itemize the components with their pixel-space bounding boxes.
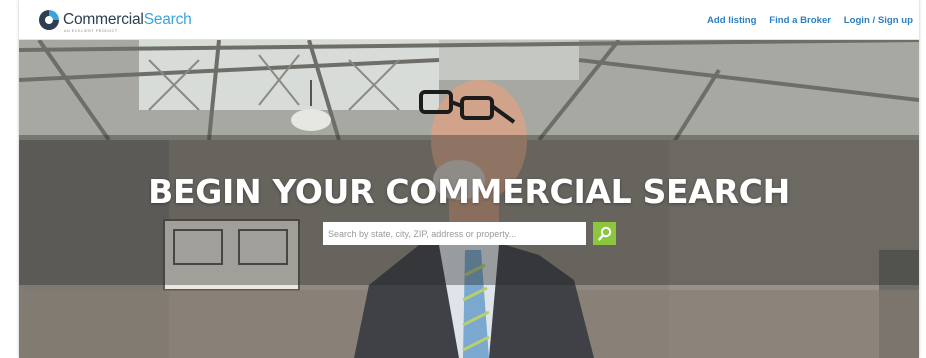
logo-wordmark: CommercialSearch (63, 11, 192, 29)
page: CommercialSearch AN ECKLIENT PRODUCT Add… (19, 0, 919, 358)
search-input[interactable] (323, 222, 586, 245)
logo-icon (39, 10, 59, 30)
logo-word-1: Commercial (63, 11, 144, 28)
nav-login-signup[interactable]: Login / Sign up (844, 15, 913, 26)
logo-tagline: AN ECKLIENT PRODUCT (64, 29, 118, 33)
header-nav: Add listing Find a Broker Login / Sign u… (697, 15, 913, 26)
hero-title: BEGIN YOUR COMMERCIAL SEARCH (148, 172, 790, 211)
site-header: CommercialSearch AN ECKLIENT PRODUCT Add… (19, 0, 919, 40)
nav-find-broker[interactable]: Find a Broker (769, 15, 831, 26)
hero-banner: BEGIN YOUR COMMERCIAL SEARCH (19, 40, 919, 358)
nav-add-listing[interactable]: Add listing (707, 15, 757, 26)
logo[interactable]: CommercialSearch AN ECKLIENT PRODUCT (38, 9, 208, 35)
search-icon (598, 226, 612, 241)
search-bar (323, 222, 616, 246)
search-button[interactable] (593, 222, 616, 245)
logo-word-2: Search (143, 11, 192, 28)
